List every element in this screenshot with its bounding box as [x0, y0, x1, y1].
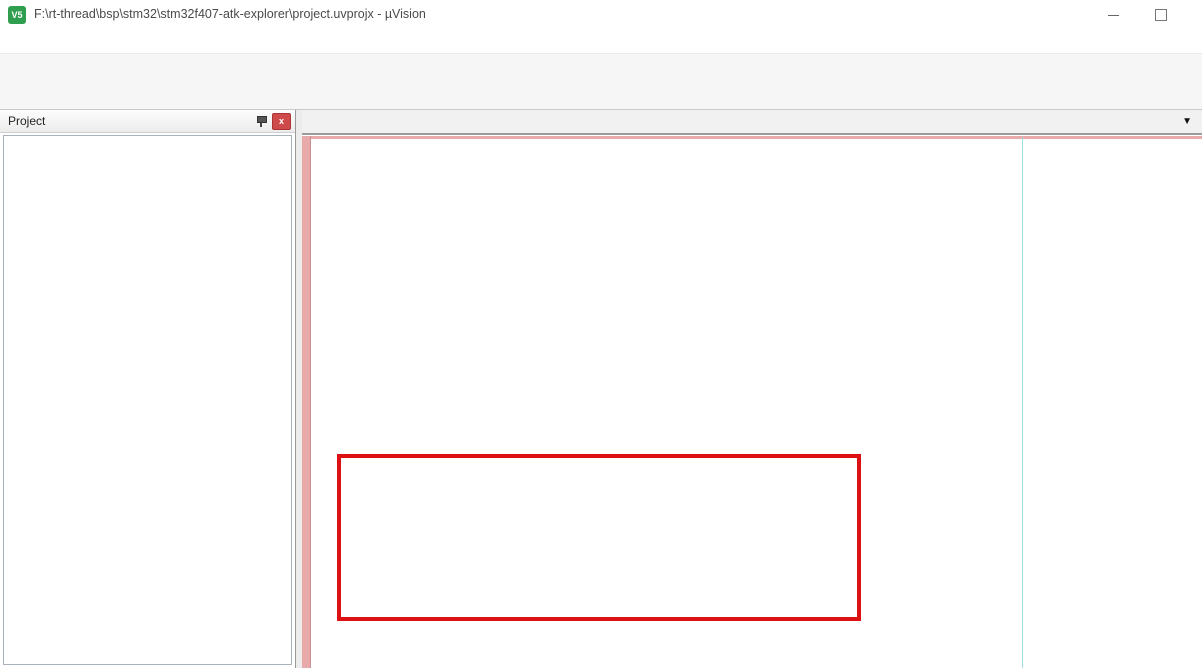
- maximize-button[interactable]: [1144, 4, 1178, 26]
- column-guide-line: [1022, 137, 1023, 668]
- pin-icon[interactable]: [253, 113, 269, 129]
- project-tree: [3, 135, 292, 665]
- close-button[interactable]: ×: [1188, 4, 1202, 26]
- uvision-app-icon: V5: [8, 6, 26, 24]
- tab-bar: [302, 110, 1202, 134]
- panel-close-icon[interactable]: x: [272, 113, 291, 130]
- toolbar-build: [0, 82, 1202, 110]
- project-panel-header: Project x: [0, 110, 295, 133]
- project-panel: Project x: [0, 110, 296, 668]
- annotation-red-box: [337, 454, 861, 621]
- uvision-window: { "window": { "title": "F:\\rt-thread\\b…: [0, 0, 1202, 668]
- window-title: F:\rt-thread\bsp\stm32\stm32f407-atk-exp…: [34, 7, 426, 21]
- menu-bar: [0, 30, 1202, 54]
- tab-list-dropdown-icon[interactable]: ▼: [1182, 116, 1192, 127]
- title-bar: V5 F:\rt-thread\bsp\stm32\stm32f407-atk-…: [0, 0, 1202, 30]
- toolbar-main: [0, 54, 1202, 82]
- project-panel-title: Project: [8, 114, 253, 128]
- minimize-button[interactable]: [1096, 4, 1130, 26]
